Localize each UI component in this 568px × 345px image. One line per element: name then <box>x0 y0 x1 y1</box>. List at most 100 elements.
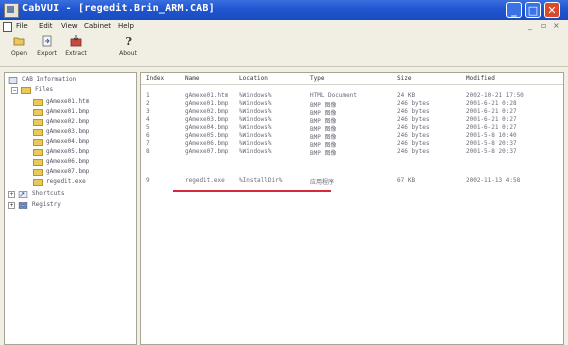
table-row[interactable]: 4 gAmexe03.bmp %Windows% BMP 图像 246 byte… <box>141 116 563 125</box>
cell-modified: 2001-5-8 20:37 <box>466 140 517 147</box>
extract-button[interactable]: Extract <box>62 35 90 57</box>
about-icon: ? <box>126 35 132 47</box>
menu-edit[interactable]: Edit <box>39 22 53 30</box>
cell-index: 1 <box>146 92 150 99</box>
table-row[interactable]: 3 gAmexe02.bmp %Windows% BMP 图像 246 byte… <box>141 108 563 117</box>
tree-item-shortcuts[interactable]: + Shortcuts <box>8 190 128 200</box>
cell-modified: 2001-6-21 0:27 <box>466 108 517 115</box>
about-button[interactable]: ? About <box>116 35 140 57</box>
cell-size: 246 bytes <box>397 140 430 147</box>
shortcuts-icon <box>18 191 28 198</box>
open-label: Open <box>10 50 28 57</box>
cell-size: 246 bytes <box>397 124 430 131</box>
cell-index: 7 <box>146 140 150 147</box>
folder-icon <box>33 159 43 166</box>
file-list-pane[interactable]: Index Name Location Type Size Modified 1… <box>140 72 564 345</box>
extract-icon <box>70 35 82 47</box>
cell-location: %Windows% <box>239 124 272 131</box>
tree-item-file[interactable]: gAmexe02.bmp <box>33 118 133 128</box>
export-icon <box>42 35 52 47</box>
cell-name: gAmexe06.bmp <box>185 140 229 147</box>
table-row[interactable]: 2 gAmexe01.bmp %Windows% BMP 图像 246 byte… <box>141 100 563 109</box>
maximize-button[interactable]: □ <box>525 2 541 18</box>
folder-icon <box>33 169 43 176</box>
folder-icon <box>33 179 43 186</box>
cell-location: %Windows% <box>239 100 272 107</box>
collapse-icon[interactable]: − <box>11 87 18 94</box>
menu-cabinet[interactable]: Cabinet <box>84 22 111 30</box>
folder-icon <box>33 119 43 126</box>
cell-modified: 2001-6-21 0:28 <box>466 100 517 107</box>
cell-modified: 2001-5-8 10:40 <box>466 132 517 139</box>
tree-item-file[interactable]: gAmexe06.bmp <box>33 158 133 168</box>
mdi-restore-button[interactable]: ▫ <box>541 21 546 30</box>
folder-icon <box>33 109 43 116</box>
window-title: CabVUI - [regedit.Brin_ARM.CAB] <box>22 3 215 14</box>
expand-icon[interactable]: + <box>8 202 15 209</box>
table-row[interactable]: 1 gAmexe01.htm %Windows% HTML Document 2… <box>141 92 563 100</box>
cell-location: %Windows% <box>239 92 272 99</box>
cell-modified: 2001-5-8 20:37 <box>466 148 517 155</box>
tree-label: gAmexe01.htm <box>46 98 90 105</box>
title-bar[interactable]: CabVUI - [regedit.Brin_ARM.CAB] _ □ ✕ <box>0 0 568 20</box>
tree-label: gAmexe05.bmp <box>46 148 90 155</box>
cell-index: 2 <box>146 100 150 107</box>
minimize-button[interactable]: _ <box>506 2 522 18</box>
column-header-index[interactable]: Index <box>146 75 164 82</box>
cell-index: 3 <box>146 108 150 115</box>
tree-label: gAmexe07.bmp <box>46 168 90 175</box>
column-header-modified[interactable]: Modified <box>466 75 495 82</box>
column-header-size[interactable]: Size <box>397 75 411 82</box>
table-row[interactable]: 7 gAmexe06.bmp %Windows% BMP 图像 246 byte… <box>141 140 563 149</box>
close-button[interactable]: ✕ <box>544 2 560 18</box>
export-button[interactable]: Export <box>34 35 60 57</box>
expand-icon[interactable]: + <box>8 191 15 198</box>
extract-label: Extract <box>65 50 87 57</box>
menu-view[interactable]: View <box>61 22 78 30</box>
tree-item-file[interactable]: gAmexe07.bmp <box>33 168 133 178</box>
tree-item-file[interactable]: gAmexe03.bmp <box>33 128 133 138</box>
tree-pane[interactable]: CAB Information − Files gAmexe01.htm gAm… <box>4 72 137 345</box>
highlight-underline <box>173 190 331 192</box>
tree-item-file[interactable]: regedit.exe <box>33 178 133 188</box>
cell-modified: 2001-6-21 0:27 <box>466 116 517 123</box>
tree-item-cab-information[interactable]: CAB Information <box>8 76 133 86</box>
tree-label: gAmexe06.bmp <box>46 158 90 165</box>
cell-location: %InstallDir% <box>239 177 283 184</box>
tree-item-file[interactable]: gAmexe04.bmp <box>33 138 133 148</box>
cell-name: gAmexe05.bmp <box>185 132 229 139</box>
tree-item-file[interactable]: gAmexe01.bmp <box>33 108 133 118</box>
tree-item-registry[interactable]: + Registry <box>8 201 128 211</box>
cell-name: regedit.exe <box>185 177 225 184</box>
table-row[interactable]: 8 gAmexe07.bmp %Windows% BMP 图像 246 byte… <box>141 148 563 157</box>
menu-help[interactable]: Help <box>118 22 134 30</box>
tree-label: Shortcuts <box>32 190 65 197</box>
open-folder-icon <box>13 37 25 46</box>
column-header-type[interactable]: Type <box>310 75 324 82</box>
table-row[interactable]: 5 gAmexe04.bmp %Windows% BMP 图像 246 byte… <box>141 124 563 133</box>
document-icon[interactable] <box>3 22 12 32</box>
cell-type: 应用程序 <box>310 179 335 186</box>
open-button[interactable]: Open <box>8 35 30 57</box>
cell-modified: 2002-11-13 4:58 <box>466 177 521 184</box>
menu-file[interactable]: File <box>16 22 28 30</box>
app-icon[interactable] <box>4 3 19 18</box>
cell-index: 6 <box>146 132 150 139</box>
cell-name: gAmexe02.bmp <box>185 108 229 115</box>
tree-item-file[interactable]: gAmexe05.bmp <box>33 148 133 158</box>
tree-item-file[interactable]: gAmexe01.htm <box>33 98 133 108</box>
column-header-name[interactable]: Name <box>185 75 199 82</box>
cell-size: 246 bytes <box>397 100 430 107</box>
cell-modified: 2002-10-21 17:50 <box>466 92 524 99</box>
tree-label: gAmexe03.bmp <box>46 128 90 135</box>
table-row[interactable]: 6 gAmexe05.bmp %Windows% BMP 图像 246 byte… <box>141 132 563 141</box>
cell-location: %Windows% <box>239 108 272 115</box>
mdi-minimize-button[interactable]: _ <box>528 21 532 30</box>
column-header-location[interactable]: Location <box>239 75 268 82</box>
cell-name: gAmexe01.htm <box>185 92 229 99</box>
cell-size: 246 bytes <box>397 132 430 139</box>
folder-icon <box>33 129 43 136</box>
mdi-close-button[interactable]: × <box>553 21 560 30</box>
tree-item-files[interactable]: − Files <box>11 86 131 96</box>
table-row[interactable]: 9 regedit.exe %InstallDir% 应用程序 67 KB 20… <box>141 177 563 186</box>
